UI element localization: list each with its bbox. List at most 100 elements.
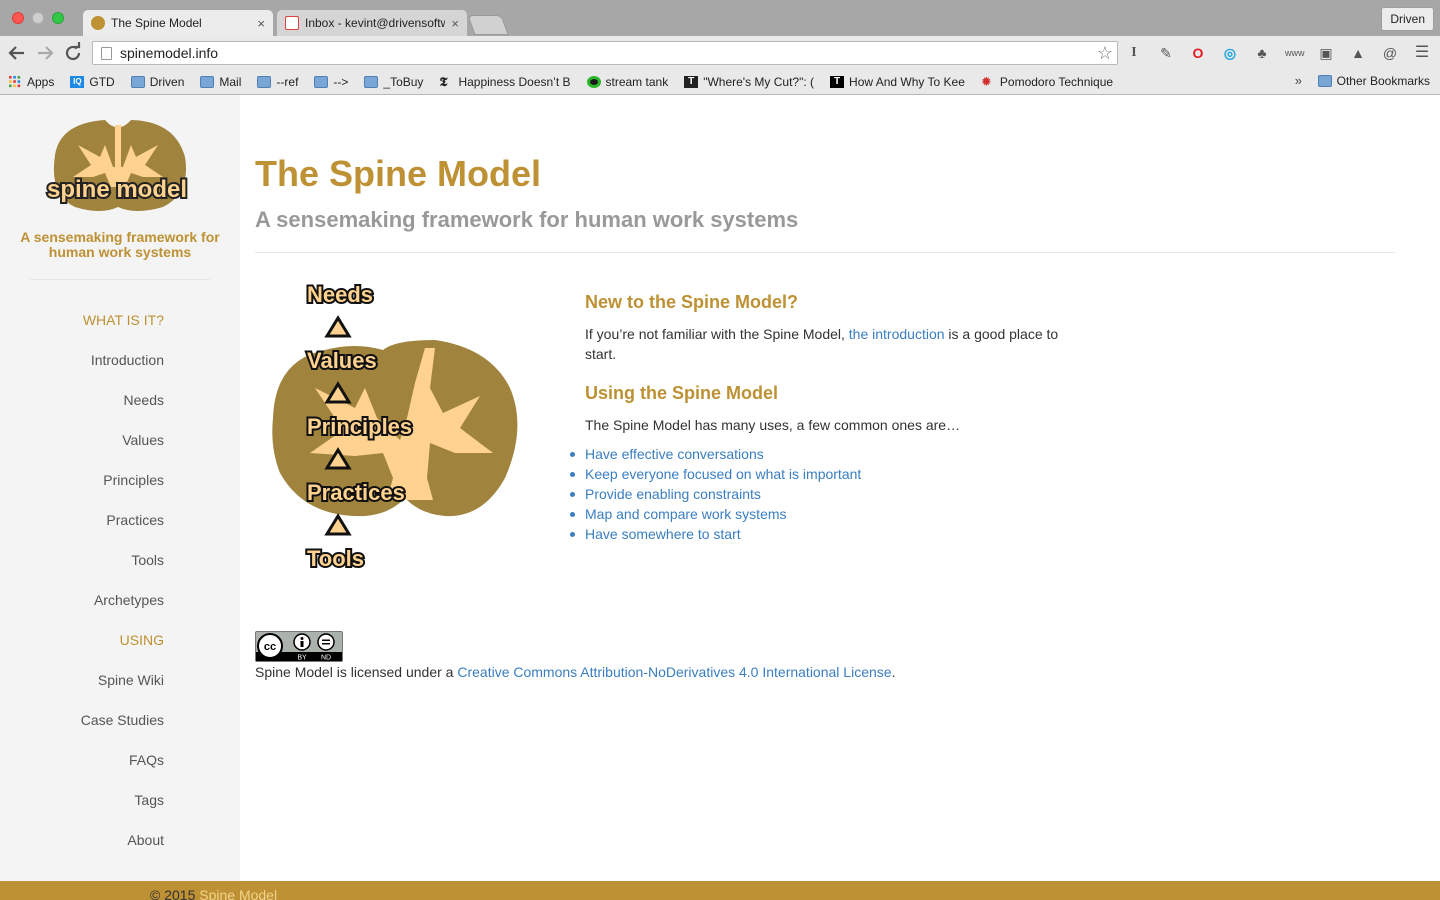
bookmark-folder-driven[interactable]: Driven	[123, 75, 193, 89]
instapaper-icon[interactable]: I	[1125, 44, 1143, 62]
bookmark-label: "Where's My Cut?": (	[703, 75, 815, 89]
sidebar-item-faqs[interactable]: FAQs	[0, 740, 164, 780]
bookmark-wheres-my-cut[interactable]: T "Where's My Cut?": (	[676, 75, 822, 89]
using-spine-heading: Using the Spine Model	[585, 383, 779, 403]
sidebar-item-tools[interactable]: Tools	[0, 540, 164, 580]
spine-favicon-icon	[91, 16, 105, 30]
sidebar-item-introduction[interactable]: Introduction	[0, 340, 164, 380]
bookmark-label: GTD	[89, 75, 115, 89]
folder-icon	[364, 76, 379, 88]
use-link-map-compare[interactable]: Map and compare work systems	[585, 506, 787, 522]
back-button[interactable]	[5, 41, 29, 65]
bookmark-happiness[interactable]: 𝕿 Happiness Doesn’t B	[431, 75, 578, 89]
tab-title: Inbox - kevint@drivensoftw	[305, 16, 446, 30]
footer-spine-model-link[interactable]: Spine Model	[199, 887, 277, 900]
zoom-window-button[interactable]	[52, 12, 64, 24]
sidebar-item-needs[interactable]: Needs	[0, 380, 164, 420]
minimize-window-button[interactable]	[32, 12, 44, 24]
sidebar-item-principles[interactable]: Principles	[0, 460, 164, 500]
main-content: The Spine Model A sensemaking framework …	[255, 95, 1395, 881]
sidebar-heading-using[interactable]: USING	[0, 620, 164, 660]
creative-commons-badge[interactable]: cc BY ND	[255, 631, 343, 662]
spine-logo-icon: spine model	[45, 120, 189, 211]
use-link-start[interactable]: Have somewhere to start	[585, 526, 741, 542]
sidebar-item-tags[interactable]: Tags	[0, 780, 164, 820]
circle-extension-icon[interactable]: ◎	[1221, 44, 1239, 62]
diagram-label-needs: Needs	[307, 282, 373, 307]
squirrel-extension-icon[interactable]: ♣	[1253, 44, 1271, 62]
list-item: Provide enabling constraints	[570, 484, 1065, 504]
sidebar-item-values[interactable]: Values	[0, 420, 164, 460]
bookmark-label: -->	[333, 75, 349, 89]
diagram-label-values: Values	[307, 348, 377, 373]
browser-toolbar: spinemodel.info ☆ I ✎ O ◎ ♣ www ▣ ▲ @ ☰	[0, 36, 1440, 70]
tab-spine-model[interactable]: The Spine Model ×	[83, 10, 273, 36]
page-title: The Spine Model	[255, 153, 542, 194]
bookmark-label: _ToBuy	[383, 75, 424, 89]
bookmark-gtd[interactable]: IQ GTD	[62, 75, 122, 89]
profile-button[interactable]: Driven	[1381, 7, 1434, 31]
chrome-menu-icon[interactable]: ☰	[1413, 44, 1431, 62]
bookmark-pomodoro[interactable]: ✹ Pomodoro Technique	[973, 75, 1121, 89]
forward-arrow-icon	[38, 46, 54, 60]
close-window-button[interactable]	[12, 12, 24, 24]
bookmark-star-icon[interactable]: ☆	[1093, 43, 1117, 64]
more-bookmarks-chevron-icon[interactable]: »	[1295, 73, 1302, 88]
new-to-spine-heading: New to the Spine Model?	[585, 292, 799, 312]
gmail-favicon-icon	[285, 16, 299, 30]
pen-extension-icon[interactable]: ✎	[1157, 44, 1175, 62]
sidebar-item-spine-wiki[interactable]: Spine Wiki	[0, 660, 164, 700]
maple-leaf-icon: ✹	[980, 75, 992, 89]
sidebar: spine model A sensemaking framework for …	[0, 95, 240, 881]
bookmark-folder-arrow[interactable]: -->	[306, 75, 356, 89]
use-link-constraints[interactable]: Provide enabling constraints	[585, 486, 761, 502]
footer-copyright: © 2015 Spine Model	[150, 887, 277, 900]
introduction-link[interactable]: the introduction	[849, 326, 945, 342]
back-arrow-icon	[8, 46, 24, 60]
list-item: Keep everyone focused on what is importa…	[570, 464, 1065, 484]
bookmark-label: Mail	[219, 75, 242, 89]
intro-column: New to the Spine Model? If you’re not fa…	[570, 292, 1065, 544]
url-text[interactable]: spinemodel.info	[120, 45, 1085, 61]
sidebar-item-about[interactable]: About	[0, 820, 164, 860]
sidebar-item-archetypes[interactable]: Archetypes	[0, 580, 164, 620]
at-extension-icon[interactable]: @	[1381, 44, 1399, 62]
bookmark-label: How And Why To Kee	[849, 75, 965, 89]
tab-inbox[interactable]: Inbox - kevint@drivensoftw ×	[277, 10, 467, 36]
use-link-conversations[interactable]: Have effective conversations	[585, 446, 764, 462]
license-link[interactable]: Creative Commons Attribution-NoDerivativ…	[457, 664, 891, 680]
address-bar[interactable]: spinemodel.info ☆	[92, 41, 1118, 65]
page-icon	[101, 46, 112, 60]
spine-model-logo[interactable]: spine model	[45, 115, 191, 215]
use-link-focused[interactable]: Keep everyone focused on what is importa…	[585, 466, 861, 482]
spine-diagram-image: Needs Values Principles Practices Tools	[272, 280, 518, 573]
sidebar-heading-what-is-it[interactable]: WHAT IS IT?	[0, 300, 164, 340]
reload-icon	[65, 42, 81, 61]
t-icon: T	[830, 76, 845, 88]
forward-button[interactable]	[33, 41, 57, 65]
bookmark-label: Driven	[149, 75, 185, 89]
sidebar-item-case-studies[interactable]: Case Studies	[0, 700, 164, 740]
tab-close-icon[interactable]: ×	[451, 16, 459, 31]
other-bookmarks[interactable]: Other Bookmarks	[1317, 74, 1430, 88]
bookmark-stream-tank[interactable]: stream tank	[579, 75, 677, 89]
bookmark-folder-tobuy[interactable]: _ToBuy	[356, 75, 431, 89]
sidebar-item-practices[interactable]: Practices	[0, 500, 164, 540]
drive-extension-icon[interactable]: ▲	[1349, 44, 1367, 62]
bookmark-folder-ref[interactable]: --ref	[249, 75, 306, 89]
bookmarks-bar: Apps IQ GTD Driven Mail --ref --> _ToBuy…	[0, 70, 1440, 94]
page-footer: © 2015 Spine Model	[0, 881, 1440, 900]
new-tab-button[interactable]	[467, 15, 509, 35]
tab-close-icon[interactable]: ×	[257, 16, 265, 31]
bookmark-folder-mail[interactable]: Mail	[192, 75, 249, 89]
opera-icon[interactable]: O	[1189, 44, 1207, 62]
reload-button[interactable]	[61, 41, 85, 65]
tab-title: The Spine Model	[111, 16, 202, 30]
using-spine-text: The Spine Model has many uses, a few com…	[585, 417, 961, 433]
bookmark-how-and-why[interactable]: T How And Why To Kee	[822, 75, 973, 89]
bookmark-apps[interactable]: Apps	[0, 75, 62, 89]
www-extension-icon[interactable]: www	[1285, 44, 1305, 62]
bookmark-label: --ref	[276, 75, 299, 89]
page-subtitle: A sensemaking framework for human work s…	[255, 207, 799, 232]
star-box-extension-icon[interactable]: ▣	[1317, 44, 1335, 62]
